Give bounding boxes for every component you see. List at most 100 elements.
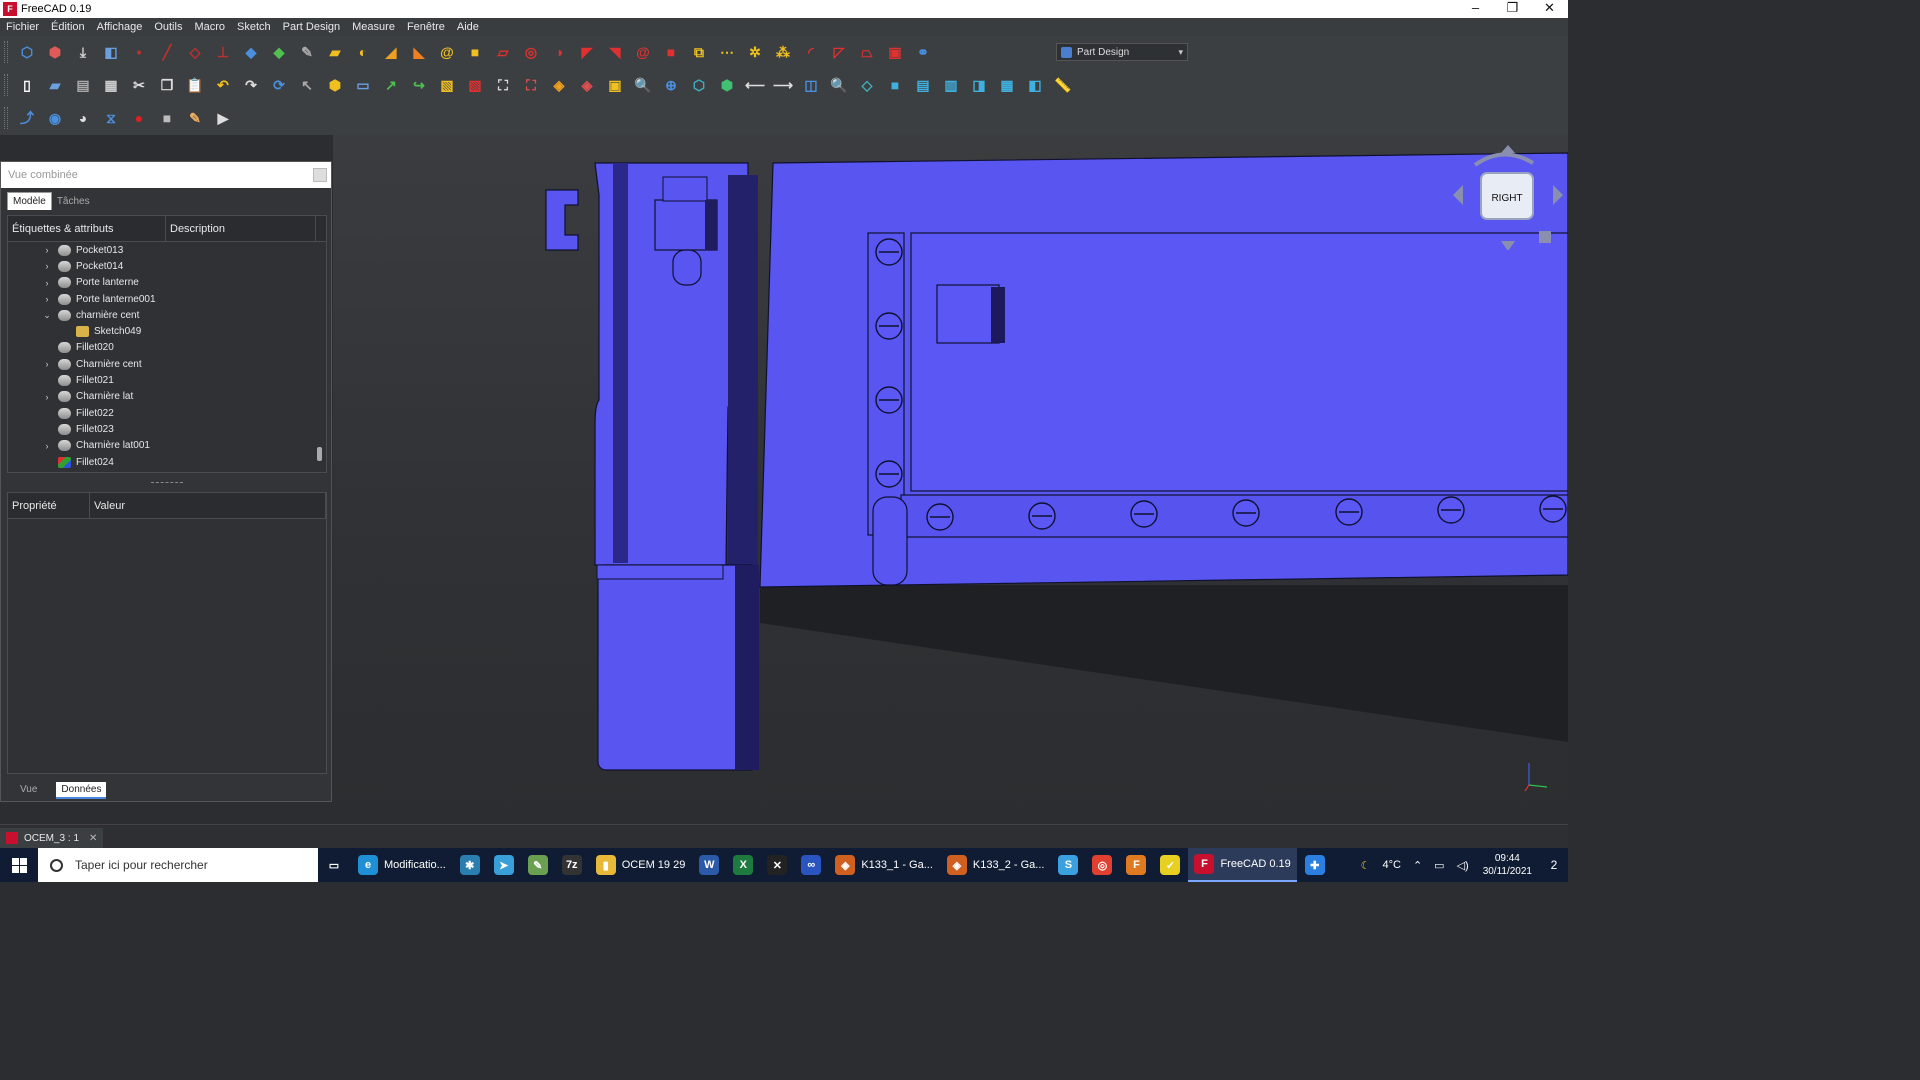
refresh-icon[interactable]: ⟳ xyxy=(268,74,290,96)
clone-icon[interactable]: ◧ xyxy=(100,41,122,63)
nav-down-arrow[interactable] xyxy=(1501,241,1515,250)
sketcher-map-icon[interactable]: ◕ xyxy=(72,107,94,129)
weather-icon[interactable]: ☾ xyxy=(1361,859,1371,872)
toolbar-grip[interactable] xyxy=(4,74,8,96)
taskbar-app-word[interactable]: W xyxy=(693,848,725,882)
create-part-icon[interactable]: ⬢ xyxy=(44,41,66,63)
additive-loft-icon[interactable]: ◢ xyxy=(380,41,402,63)
close-icon[interactable]: ✕ xyxy=(89,833,97,844)
tree-item[interactable]: › Pocket013 xyxy=(8,242,326,258)
subtractive-box-icon[interactable]: ■ xyxy=(660,41,682,63)
taskbar-app-freecad[interactable]: F FreeCAD 0.19 xyxy=(1188,848,1297,882)
menu-edition[interactable]: Édition xyxy=(51,21,85,33)
tree-item[interactable]: Fillet021 xyxy=(8,372,326,388)
view-fit-all-icon[interactable]: ⛶ xyxy=(492,74,514,96)
boolean-icon[interactable]: ⚭ xyxy=(912,41,934,63)
chevron-right-icon[interactable]: › xyxy=(42,294,52,304)
menu-sketch[interactable]: Sketch xyxy=(237,21,271,33)
std-measure-clear-icon[interactable]: ▧ xyxy=(464,74,486,96)
chevron-right-icon[interactable]: › xyxy=(42,261,52,271)
taskbar-app-fritzing[interactable]: F xyxy=(1120,848,1152,882)
pad-icon[interactable]: ▰ xyxy=(324,41,346,63)
3d-viewport[interactable]: RIGHT xyxy=(333,135,1568,824)
groove-icon[interactable]: ◑ xyxy=(548,41,570,63)
notification-button[interactable]: 2 xyxy=(1540,848,1568,882)
selection-filter-icon[interactable]: ▣ xyxy=(604,74,626,96)
tree-item[interactable]: › Pocket014 xyxy=(8,258,326,274)
paste-icon[interactable]: 📋 xyxy=(184,74,206,96)
draft-icon[interactable]: ⏢ xyxy=(856,41,878,63)
view-left-icon[interactable]: ◧ xyxy=(1024,74,1046,96)
panel-splitter[interactable] xyxy=(151,482,183,484)
tree-item[interactable]: › Porte lanterne001 xyxy=(8,291,326,307)
tree-item[interactable]: Fillet020 xyxy=(8,340,326,356)
linear-pattern-icon[interactable]: ⋯ xyxy=(716,41,738,63)
menu-measure[interactable]: Measure xyxy=(352,21,395,33)
prop-column-property[interactable]: Propriété xyxy=(8,493,90,518)
link-actions-icon[interactable]: ↪ xyxy=(408,74,430,96)
local-cs-icon[interactable]: ⊥ xyxy=(212,41,234,63)
workbench-selector[interactable]: Part Design ▾ xyxy=(1056,43,1188,61)
tab-donnees[interactable]: Données xyxy=(56,782,107,799)
prop-column-value[interactable]: Valeur xyxy=(90,493,326,518)
hole-icon[interactable]: ◎ xyxy=(520,41,542,63)
menu-fichier[interactable]: Fichier xyxy=(6,21,39,33)
taskbar-app-chrome[interactable]: ◎ xyxy=(1086,848,1118,882)
tree-item[interactable]: ⌄ charnière cent xyxy=(8,307,326,323)
part-icon[interactable]: ⬢ xyxy=(324,74,346,96)
taskbar-app-notepad[interactable]: ✎ xyxy=(522,848,554,882)
menu-fenetre[interactable]: Fenêtre xyxy=(407,21,445,33)
bounding-box-icon[interactable]: ◈ xyxy=(576,74,598,96)
subtractive-pipe-icon[interactable]: ◥ xyxy=(604,41,626,63)
clock[interactable]: 09:44 30/11/2021 xyxy=(1483,852,1532,878)
chevron-down-icon[interactable]: ⌄ xyxy=(42,310,52,321)
zoom-box-icon[interactable]: 🔍 xyxy=(632,74,654,96)
new-file-icon[interactable]: ▯ xyxy=(16,74,38,96)
view-zoom-in-icon[interactable]: 🔍 xyxy=(828,74,850,96)
view-axo-icon[interactable]: ⬡ xyxy=(688,74,710,96)
subtractive-loft-icon[interactable]: ◤ xyxy=(576,41,598,63)
multi-transform-icon[interactable]: ⁂ xyxy=(772,41,794,63)
taskbar-app-task-view[interactable]: ▭ xyxy=(318,848,350,882)
open-file-icon[interactable]: ▰ xyxy=(44,74,66,96)
panel-close-button[interactable] xyxy=(313,168,327,182)
tree-item[interactable]: Fillet023 xyxy=(8,421,326,437)
std-measure-icon[interactable]: ▧ xyxy=(436,74,458,96)
scrollbar-thumb[interactable] xyxy=(317,447,322,461)
copy-icon[interactable]: ❐ xyxy=(156,74,178,96)
menu-aide[interactable]: Aide xyxy=(457,21,479,33)
macro-execute-icon[interactable]: ▶ xyxy=(212,107,234,129)
weather-temp[interactable]: 4°C xyxy=(1382,859,1400,871)
thickness-icon[interactable]: ▣ xyxy=(884,41,906,63)
tree-column-description[interactable]: Description xyxy=(166,216,316,241)
import-icon[interactable]: ⤓ xyxy=(72,41,94,63)
tree-scrollbar[interactable] xyxy=(316,242,324,472)
subtractive-helix-icon[interactable]: @ xyxy=(632,41,654,63)
taskbar-app-slicer2[interactable]: ◈ K133_2 - Ga... xyxy=(941,848,1051,882)
taskbar-app-slicer[interactable]: ◈ K133_1 - Ga... xyxy=(829,848,939,882)
tree-item[interactable]: Fillet024 xyxy=(8,454,326,470)
start-button[interactable] xyxy=(0,848,38,882)
chevron-right-icon[interactable]: › xyxy=(42,392,52,402)
view-back-nav-icon[interactable]: ⟵ xyxy=(744,74,766,96)
taskbar-app-app-blue[interactable]: ∞ xyxy=(795,848,827,882)
macro-record-icon[interactable]: ● xyxy=(128,107,150,129)
taskbar-app-7zip[interactable]: 7z xyxy=(556,848,588,882)
toolbar-grip[interactable] xyxy=(4,107,8,129)
measure-icon[interactable]: 📏 xyxy=(1052,74,1074,96)
navigation-cube[interactable]: RIGHT xyxy=(1453,145,1563,250)
view-rear-icon[interactable]: ◨ xyxy=(968,74,990,96)
group-icon[interactable]: ▭ xyxy=(352,74,374,96)
polar-pattern-icon[interactable]: ✲ xyxy=(744,41,766,63)
draw-style-icon[interactable]: ◈ xyxy=(548,74,570,96)
additive-pipe-icon[interactable]: ◣ xyxy=(408,41,430,63)
sketcher-leave-icon[interactable]: ⤴ xyxy=(16,107,38,129)
datum-plane-icon[interactable]: ◇ xyxy=(184,41,206,63)
fillet-icon[interactable]: ◜ xyxy=(800,41,822,63)
sketch-icon[interactable]: ✎ xyxy=(296,41,318,63)
tree-item[interactable]: Sketch049 xyxy=(8,323,326,339)
close-button[interactable]: ✕ xyxy=(1531,0,1568,18)
minimize-button[interactable]: – xyxy=(1457,0,1494,18)
taskbar-app-app-yellow[interactable]: ✓ xyxy=(1154,848,1186,882)
tab-taches[interactable]: Tâches xyxy=(52,193,95,210)
